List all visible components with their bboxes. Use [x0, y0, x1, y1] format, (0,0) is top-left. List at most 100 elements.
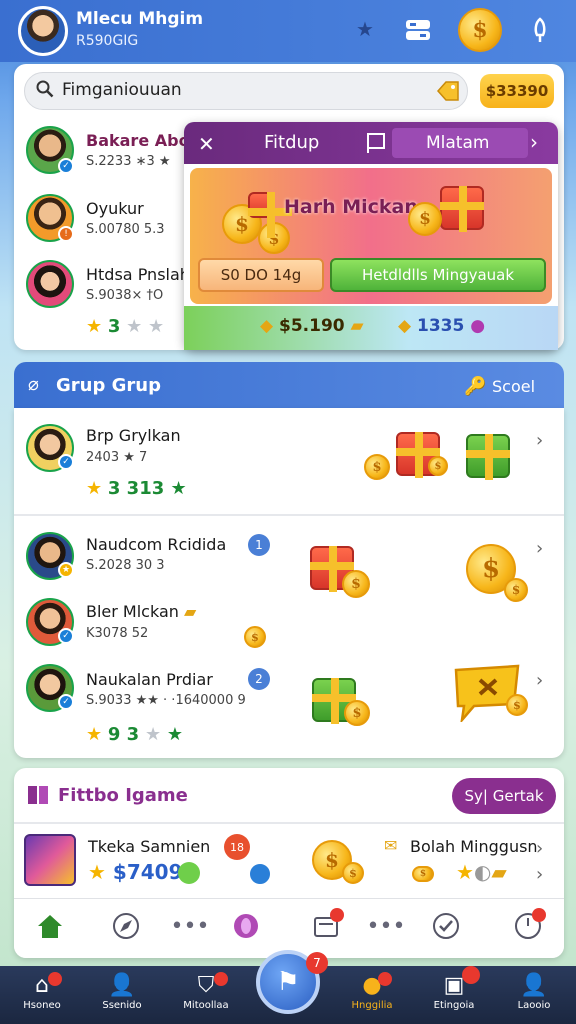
chevron-right-icon[interactable]: › — [536, 538, 543, 559]
alert-icon: 18 — [224, 834, 250, 860]
coin-icon: $ — [428, 456, 448, 476]
shield-icon: ⛉ — [197, 973, 215, 998]
badge-icon: ★ — [58, 562, 74, 578]
nav-label: Ssenido — [102, 1000, 142, 1011]
tag-icon: ⌀ — [28, 374, 39, 395]
nav-label: Etingoia — [433, 1000, 475, 1011]
nav-item-coins[interactable]: ● Hnggilia — [336, 972, 408, 1022]
verified-icon: ✓ — [58, 158, 74, 174]
menu-icon[interactable] — [402, 14, 434, 46]
nav-label: Laooio — [517, 1000, 551, 1011]
divider — [14, 822, 564, 824]
notification-dot — [48, 972, 62, 986]
notification-icon[interactable] — [524, 14, 556, 46]
coin-icon: $ — [408, 202, 442, 236]
group-row-rating: ★ 3 313 ★ — [86, 478, 187, 499]
gift-icon — [440, 186, 484, 232]
notification-dot — [532, 908, 546, 922]
count-badge: 1 — [248, 534, 270, 556]
footer-left-amount: ◆ $5.190 ▰ — [260, 316, 364, 336]
game-thumbnail[interactable] — [24, 834, 76, 886]
group-row-name[interactable]: Brp Grylkan — [86, 426, 181, 445]
flag-icon[interactable] — [366, 132, 388, 158]
check-icon[interactable] — [430, 910, 462, 942]
gift-icon — [248, 192, 292, 238]
popup-right-button[interactable]: Hetdldlls Mingyauak — [330, 258, 546, 292]
gift-icon — [466, 434, 510, 480]
nav-item-profile[interactable]: 👤 Laooio — [498, 972, 570, 1022]
game-name[interactable]: Tkeka Samnien — [88, 837, 210, 856]
nav-item-home[interactable]: ⌂ Hsoneo — [6, 972, 78, 1022]
reward-label[interactable]: Bolah Minggusn — [410, 837, 538, 856]
coin-icon: $ — [342, 862, 364, 884]
nav-item-inbox[interactable]: ▣ Etingoia — [418, 972, 490, 1022]
popup-left-button[interactable]: S0 DO 14g — [198, 258, 324, 292]
popup-tab-label: Mlatam — [426, 133, 490, 153]
coin-icon: $ — [244, 626, 266, 648]
friend-rating: ★ 3 ★ ★ — [86, 316, 165, 337]
compass-icon[interactable] — [110, 910, 142, 942]
coins-icon[interactable]: $ — [458, 8, 502, 52]
coin-icon: ● — [362, 973, 382, 998]
chevron-right-icon[interactable]: › — [536, 670, 543, 691]
footer-right-amount: ◆ 1335 ● — [398, 316, 486, 336]
verified-icon: ✓ — [58, 694, 74, 710]
group-row-sub: K3078 52 — [86, 626, 149, 641]
friend-name[interactable]: Oyukur — [86, 199, 144, 218]
key-icon: 🔑 — [464, 376, 487, 397]
notification-dot — [214, 972, 228, 986]
group-action-link[interactable]: Scoel — [492, 377, 535, 396]
home-icon[interactable] — [34, 910, 66, 942]
divider — [14, 514, 564, 516]
more-icon[interactable]: ••• — [367, 910, 406, 942]
feature-button[interactable]: Sy| Gertak — [452, 778, 556, 814]
avatar[interactable] — [18, 6, 68, 56]
friend-name[interactable]: Htdsa Pnslah — [86, 265, 190, 284]
friend-sub: S.00780 5.3 — [86, 222, 165, 237]
mail-icon: ✉ — [384, 836, 398, 855]
chevron-right-icon[interactable]: › — [536, 838, 543, 859]
nav-item-friends[interactable]: 👤 Ssenido — [86, 972, 158, 1022]
nav-label: Hnggilia — [351, 1000, 393, 1011]
profile-name: Mlecu Mhgim — [76, 9, 204, 29]
section-title: Grup Grup — [56, 375, 161, 396]
gem-icon[interactable] — [230, 910, 262, 942]
avatar[interactable] — [26, 260, 74, 308]
group-row-rating: ★ 9 3 ★ ★ — [86, 724, 183, 745]
coin-icon: $ — [364, 454, 390, 480]
more-icon[interactable]: ••• — [171, 910, 210, 942]
popup-title: Fitdup — [264, 132, 320, 153]
close-icon[interactable]: ✕ — [198, 132, 215, 156]
coin-icon: $ — [412, 866, 434, 882]
coin-icon: $ — [342, 570, 370, 598]
badge-icon: ! — [58, 226, 74, 242]
info-icon — [248, 862, 272, 886]
smile-icon — [178, 862, 200, 884]
group-row-name[interactable]: Naukalan Prdiar — [86, 670, 213, 689]
popup-footer — [184, 306, 558, 350]
tag-icon[interactable] — [436, 80, 460, 107]
chevron-right-icon[interactable]: › — [536, 864, 543, 885]
chevron-right-icon[interactable]: › — [530, 130, 538, 154]
balance-badge[interactable]: $33390 — [480, 74, 554, 108]
coin-icon: $ — [344, 700, 370, 726]
home-icon: ⌂ — [35, 973, 49, 998]
star-icon[interactable]: ★ — [356, 17, 374, 41]
group-row-name[interactable]: Naudcom Rcidida — [86, 535, 226, 554]
friends-icon: 👤 — [108, 973, 136, 998]
nav-label: Hsoneo — [23, 1000, 61, 1011]
book-icon — [26, 784, 50, 810]
group-row-sub: 2403 ★ 7 — [86, 450, 148, 465]
friend-sub: S.2233 ∗3 ★ — [86, 154, 171, 169]
profile-id: R590GIG — [76, 33, 139, 49]
profile-icon: 👤 — [520, 973, 548, 998]
friend-sub: S.9038× †O — [86, 288, 164, 303]
section-title: Fittbo Igame — [58, 785, 188, 806]
banner-title: Harh Mickan — [284, 196, 418, 218]
verified-icon: ✓ — [58, 454, 74, 470]
group-row-name[interactable]: Bler Mlckan ▰ — [86, 602, 196, 621]
tab-row — [14, 898, 564, 958]
chevron-right-icon[interactable]: › — [536, 430, 543, 451]
count-badge: 2 — [248, 668, 270, 690]
nav-item-shield[interactable]: ⛉ Mitoollaa — [170, 972, 242, 1022]
